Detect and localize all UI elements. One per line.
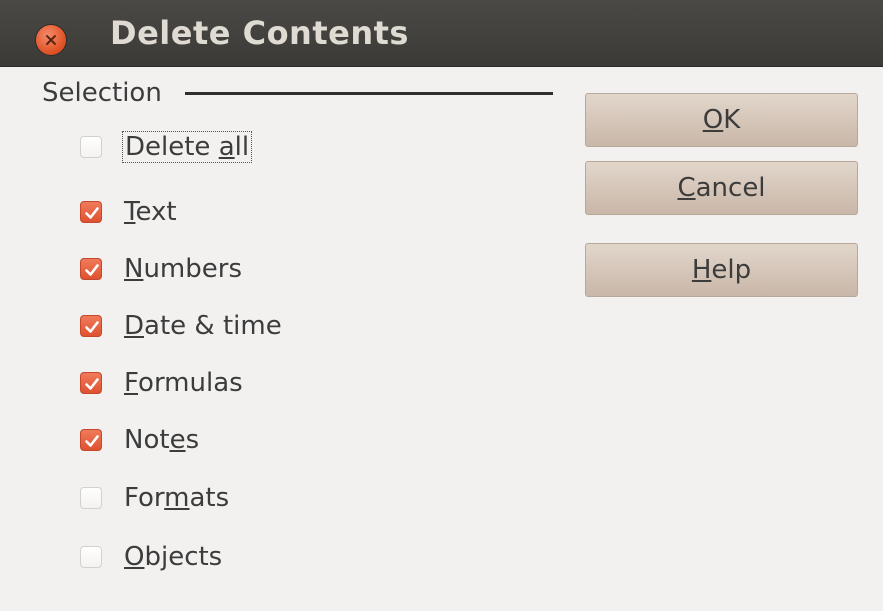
checkbox[interactable] — [80, 136, 102, 158]
checkbox-checked[interactable] — [80, 258, 102, 280]
option-label: Text — [124, 197, 177, 227]
titlebar: Delete Contents — [0, 0, 883, 67]
checkbox[interactable] — [80, 546, 102, 568]
option-text[interactable]: Text — [80, 194, 177, 230]
checkbox-checked[interactable] — [80, 429, 102, 451]
option-label: Delete all — [122, 131, 253, 163]
option-notes[interactable]: Notes — [80, 422, 199, 458]
option-label: Numbers — [124, 254, 242, 284]
delete-contents-dialog: Delete Contents Selection Delete all Tex… — [0, 0, 883, 611]
cancel-button[interactable]: Cancel — [585, 161, 858, 215]
check-icon — [85, 378, 99, 390]
option-numbers[interactable]: Numbers — [80, 251, 242, 287]
option-formats[interactable]: Formats — [80, 480, 229, 516]
checkbox-checked[interactable] — [80, 315, 102, 337]
option-delete-all[interactable]: Delete all — [80, 129, 253, 165]
check-icon — [85, 435, 99, 447]
checkbox-checked[interactable] — [80, 201, 102, 223]
close-button[interactable] — [36, 25, 66, 55]
option-label: Notes — [124, 425, 200, 455]
option-label: Date & time — [124, 311, 282, 341]
close-icon — [46, 35, 56, 45]
checkbox[interactable] — [80, 487, 102, 509]
section-divider — [185, 92, 553, 95]
check-icon — [85, 207, 99, 219]
option-date-time[interactable]: Date & time — [80, 308, 282, 344]
help-button[interactable]: Help — [585, 243, 858, 297]
option-formulas[interactable]: Formulas — [80, 365, 243, 401]
option-label: Objects — [124, 542, 223, 572]
option-label: Formulas — [124, 368, 243, 398]
selection-heading: Selection — [42, 78, 162, 108]
check-icon — [85, 264, 99, 276]
ok-button[interactable]: OK — [585, 93, 858, 147]
option-objects[interactable]: Objects — [80, 539, 222, 575]
check-icon — [85, 321, 99, 333]
option-label: Formats — [124, 483, 230, 513]
checkbox-checked[interactable] — [80, 372, 102, 394]
dialog-title: Delete Contents — [110, 14, 409, 52]
